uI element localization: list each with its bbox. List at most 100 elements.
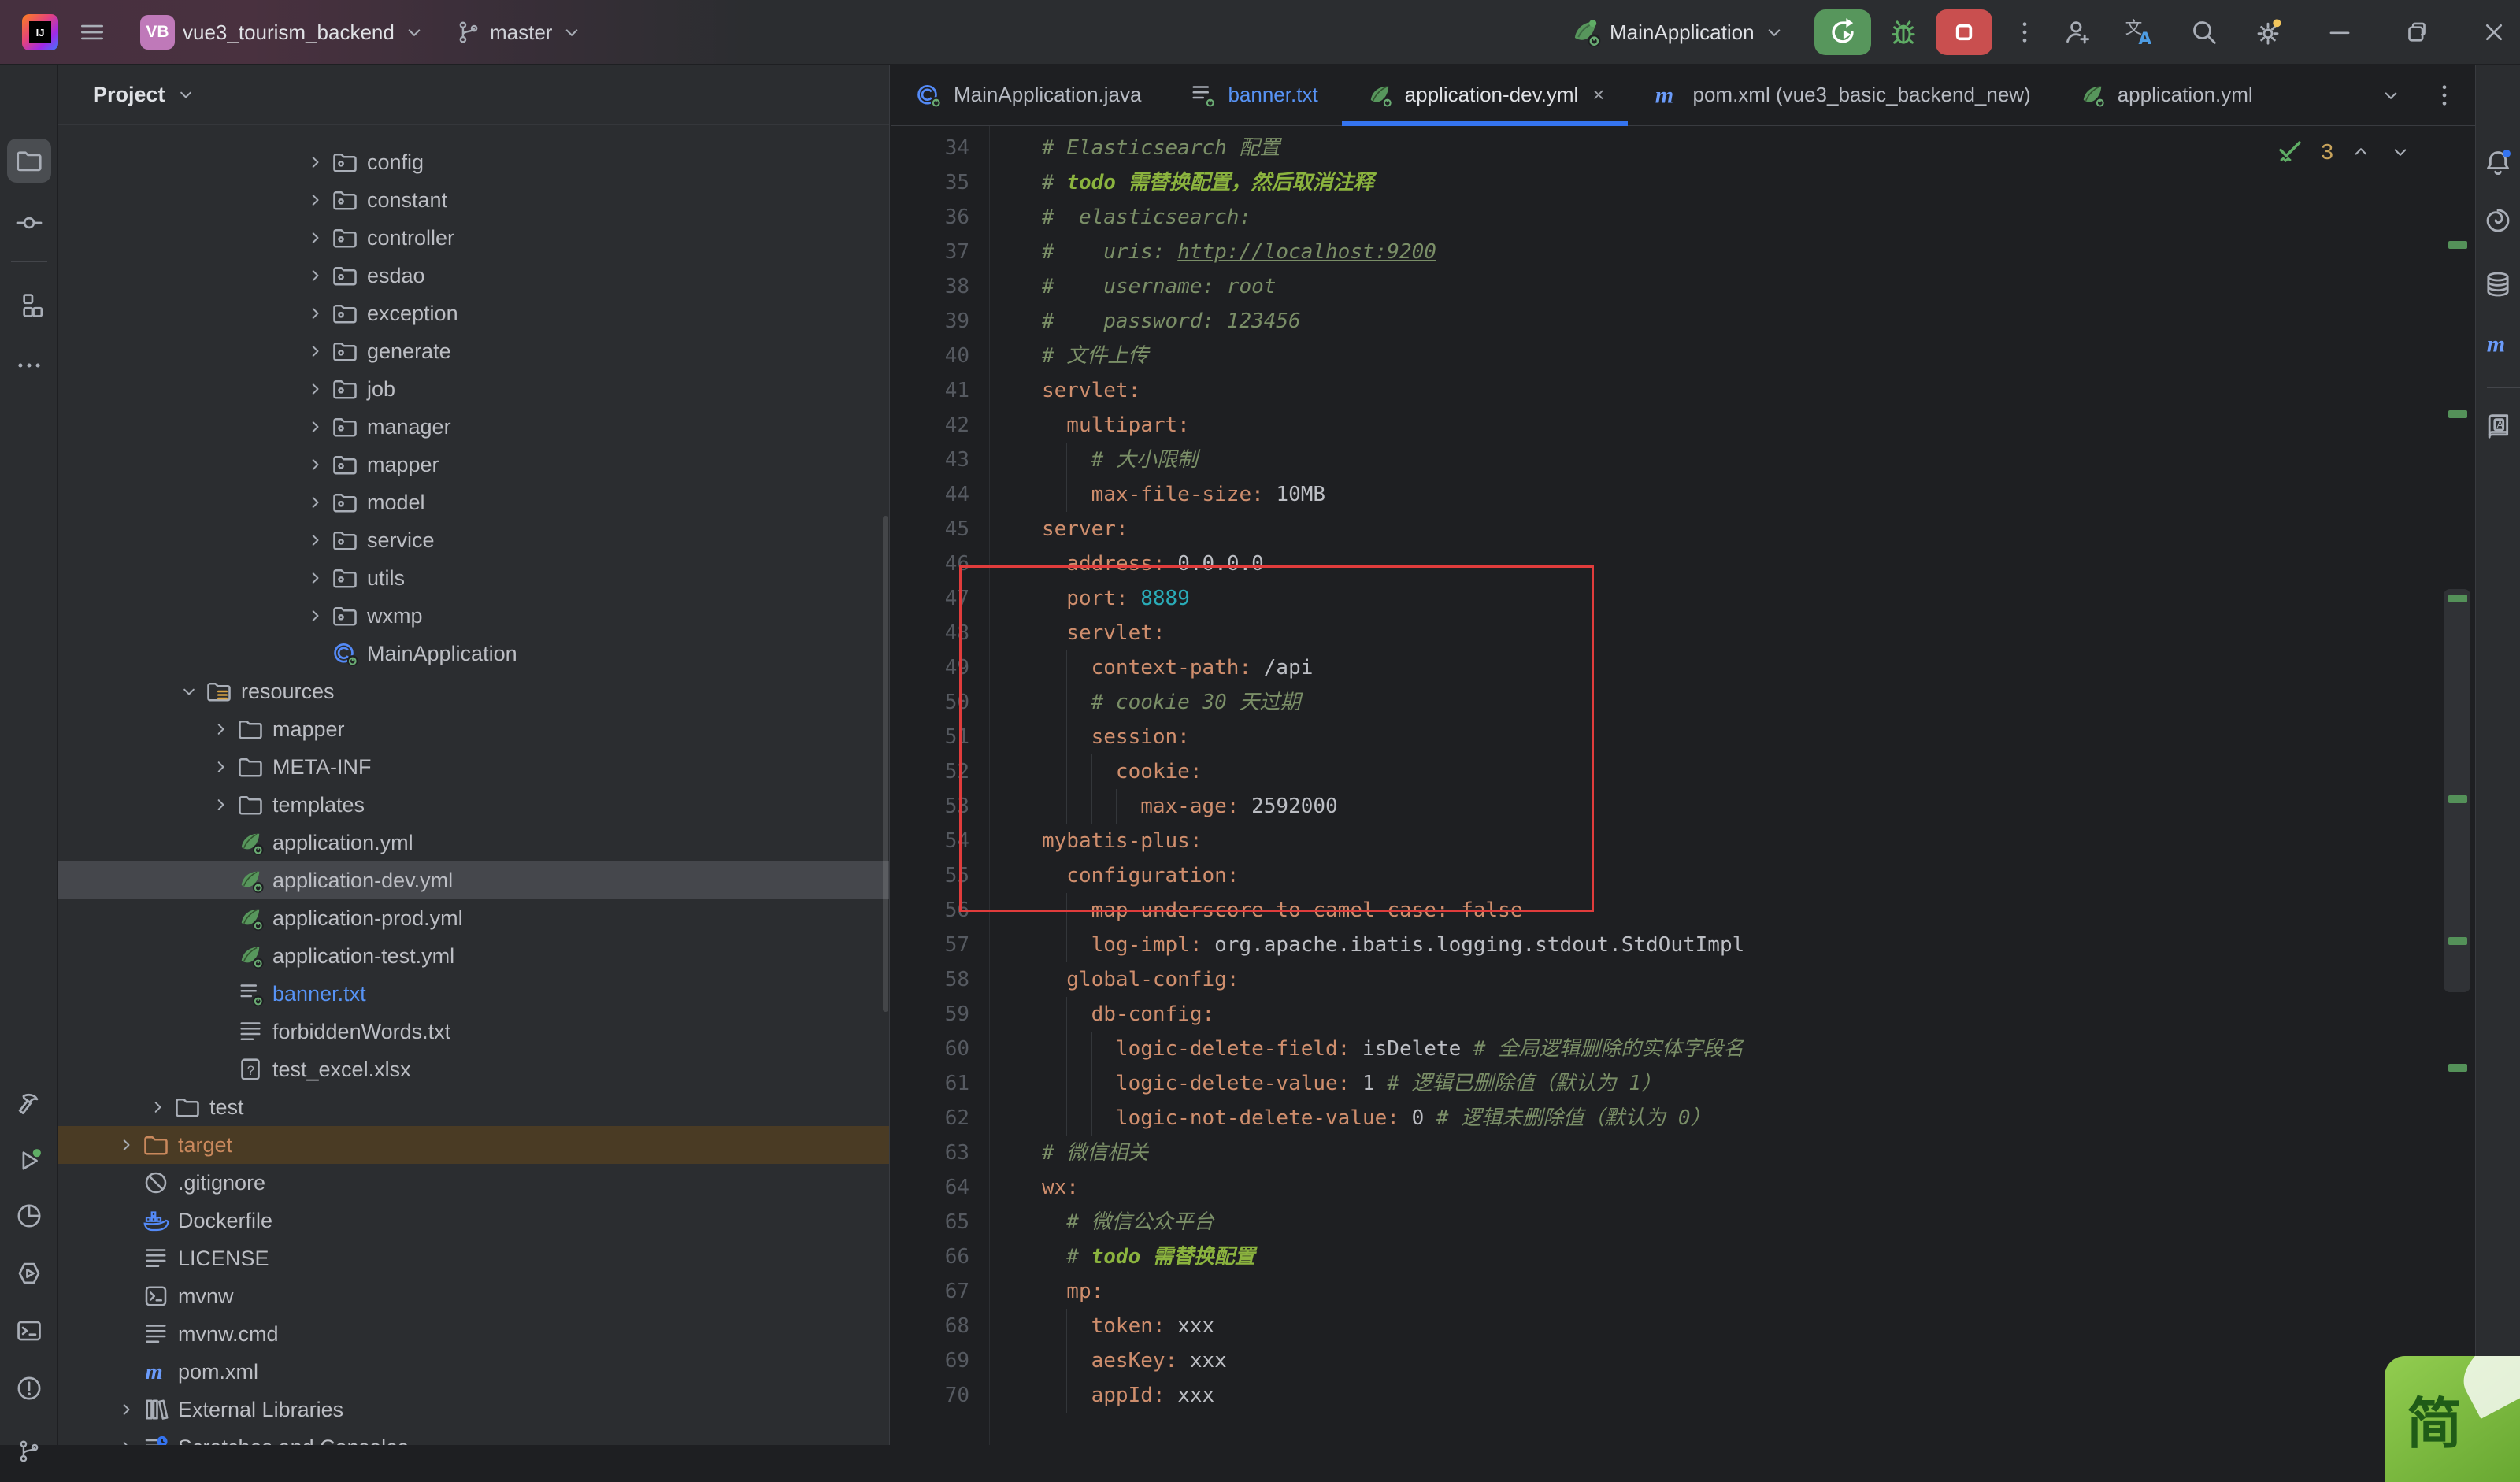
code-editor[interactable]: 34# Elasticsearch 配置35# todo 需替换配置，然后取消注… — [891, 126, 2475, 1445]
vcs-change-stripe-mark[interactable] — [2448, 241, 2467, 249]
tree-item-dockerfile[interactable]: Dockerfile — [58, 1202, 890, 1239]
chevron-right-icon[interactable] — [299, 181, 331, 219]
tree-scrollbar[interactable] — [883, 516, 888, 1012]
project-widget[interactable]: VB vue3_tourism_backend — [140, 0, 426, 65]
tree-item-mvnw-cmd[interactable]: mvnw.cmd — [58, 1315, 890, 1353]
tree-item-service[interactable]: service — [58, 521, 890, 559]
tree-item-target[interactable]: target — [58, 1126, 890, 1164]
tree-item-mainapplication[interactable]: MainApplication — [58, 635, 890, 672]
editor-tab-banner-txt[interactable]: banner.txt — [1165, 65, 1341, 125]
chevron-right-icon[interactable] — [299, 521, 331, 559]
chevron-right-icon[interactable] — [110, 1391, 142, 1428]
tree-item-test[interactable]: test — [58, 1088, 890, 1126]
tree-item-application-dev-yml[interactable]: application-dev.yml — [58, 861, 890, 899]
main-menu-hamburger-icon[interactable] — [77, 17, 107, 47]
tree-item--gitignore[interactable]: .gitignore — [58, 1164, 890, 1202]
editor-tab-application-dev-yml[interactable]: application-dev.yml× — [1342, 65, 1629, 125]
tree-item-model[interactable]: model — [58, 484, 890, 521]
project-panel-header[interactable]: Project — [58, 65, 889, 125]
folder-tool-icon[interactable] — [7, 139, 51, 183]
tree-item-utils[interactable]: utils — [58, 559, 890, 597]
debug-button[interactable] — [1887, 16, 1920, 49]
chevron-right-icon[interactable] — [299, 597, 331, 635]
dictionary-icon[interactable]: A — [2478, 406, 2518, 446]
tree-item-templates[interactable]: templates — [58, 786, 890, 824]
problems-icon[interactable] — [7, 1366, 51, 1410]
tree-item-config[interactable]: config — [58, 143, 890, 181]
chevron-right-icon[interactable] — [299, 332, 331, 370]
chevron-right-icon[interactable] — [299, 408, 331, 446]
vcs-branch-widget[interactable]: master — [455, 0, 584, 65]
editor-area[interactable]: MainApplication.javabanner.txtapplicatio… — [891, 65, 2475, 1445]
chevron-right-icon[interactable] — [205, 710, 236, 748]
tree-item-controller[interactable]: controller — [58, 219, 890, 257]
profiler-icon[interactable] — [7, 1194, 51, 1238]
run-icon[interactable] — [7, 1139, 51, 1183]
editor-scrollbar-thumb[interactable] — [2444, 589, 2470, 992]
window-minimize-icon[interactable] — [2325, 17, 2355, 47]
git-branch-icon[interactable] — [7, 1429, 51, 1473]
tree-item-mapper[interactable]: mapper — [58, 446, 890, 484]
tree-item-job[interactable]: job — [58, 370, 890, 408]
chevron-right-icon[interactable] — [205, 748, 236, 786]
stop-button[interactable] — [1936, 9, 1992, 55]
chevron-right-icon[interactable] — [299, 295, 331, 332]
tree-item-banner-txt[interactable]: banner.txt — [58, 975, 890, 1013]
window-close-icon[interactable] — [2479, 17, 2509, 47]
chevron-right-icon[interactable] — [205, 786, 236, 824]
tree-item-application-test-yml[interactable]: application-test.yml — [58, 937, 890, 975]
vcs-change-stripe-mark[interactable] — [2448, 1064, 2467, 1072]
tree-item-generate[interactable]: generate — [58, 332, 890, 370]
editor-tab-pom-xml-vue3-basic-backend-new-[interactable]: mpom.xml (vue3_basic_backend_new) — [1628, 65, 2054, 125]
services-icon[interactable] — [7, 1251, 51, 1295]
tree-item-application-prod-yml[interactable]: application-prod.yml — [58, 899, 890, 937]
chevron-right-icon[interactable] — [299, 484, 331, 521]
tree-item-pom-xml[interactable]: mpom.xml — [58, 1353, 890, 1391]
tree-item-exception[interactable]: exception — [58, 295, 890, 332]
tab-options-kebab-icon[interactable] — [2429, 80, 2459, 110]
tree-item-test-excel-xlsx[interactable]: ?test_excel.xlsx — [58, 1050, 890, 1088]
tree-item-manager[interactable]: manager — [58, 408, 890, 446]
vcs-change-stripe-mark[interactable] — [2448, 595, 2467, 602]
chevron-right-icon[interactable] — [299, 446, 331, 484]
editor-tab-application-yml[interactable]: application.yml — [2055, 65, 2277, 125]
ai-assistant-icon[interactable] — [2478, 201, 2518, 240]
tree-item-application-yml[interactable]: application.yml — [58, 824, 890, 861]
code-with-me-icon[interactable] — [2062, 17, 2093, 48]
settings-gear-icon[interactable] — [2252, 17, 2284, 48]
more-actions-kebab-icon[interactable] — [2010, 17, 2040, 47]
rerun-button[interactable] — [1814, 9, 1871, 55]
tree-item-mapper[interactable]: mapper — [58, 710, 890, 748]
database-icon[interactable] — [2478, 265, 2518, 304]
chevron-right-icon[interactable] — [110, 1428, 142, 1445]
chevron-right-icon[interactable] — [142, 1088, 173, 1126]
chevron-right-icon[interactable] — [110, 1126, 142, 1164]
tree-item-forbiddenwords-txt[interactable]: forbiddenWords.txt — [58, 1013, 890, 1050]
vcs-change-stripe-mark[interactable] — [2448, 410, 2467, 418]
maven-icon[interactable]: m — [2478, 324, 2518, 364]
chevron-right-icon[interactable] — [299, 257, 331, 295]
tree-item-license[interactable]: LICENSE — [58, 1239, 890, 1277]
run-configuration-widget[interactable]: MainApplication — [1569, 0, 1786, 65]
chevron-down-icon[interactable] — [173, 672, 205, 710]
tree-item-constant[interactable]: constant — [58, 181, 890, 219]
tree-item-meta-inf[interactable]: META-INF — [58, 748, 890, 786]
tree-item-esdao[interactable]: esdao — [58, 257, 890, 295]
hidden-tabs-chevron-icon[interactable] — [2379, 83, 2403, 107]
chevron-right-icon[interactable] — [299, 559, 331, 597]
translate-icon[interactable]: 文A — [2124, 17, 2155, 48]
tree-item-external-libraries[interactable]: External Libraries — [58, 1391, 890, 1428]
search-everywhere-icon[interactable] — [2188, 17, 2220, 48]
commit-icon[interactable] — [7, 201, 51, 245]
more-icon[interactable] — [7, 343, 51, 387]
tree-item-wxmp[interactable]: wxmp — [58, 597, 890, 635]
vcs-change-stripe-mark[interactable] — [2448, 937, 2467, 945]
chevron-right-icon[interactable] — [299, 143, 331, 181]
window-restore-icon[interactable] — [2402, 17, 2432, 47]
structure-icon[interactable] — [7, 283, 51, 328]
editor-tab-mainapplication-java[interactable]: MainApplication.java — [891, 65, 1165, 125]
vcs-change-stripe-mark[interactable] — [2448, 795, 2467, 803]
terminal-icon[interactable] — [7, 1309, 51, 1353]
tree-item-mvnw[interactable]: mvnw — [58, 1277, 890, 1315]
chevron-right-icon[interactable] — [299, 219, 331, 257]
